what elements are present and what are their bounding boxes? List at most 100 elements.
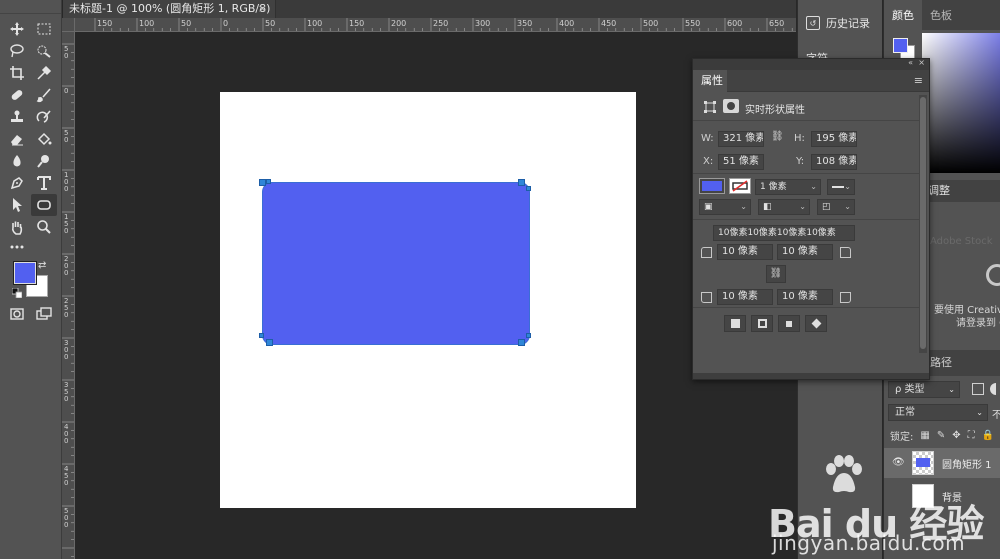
anchor-point-top-right-inner[interactable] xyxy=(526,186,531,191)
blend-mode-label: 正常 xyxy=(895,407,915,418)
y-field[interactable]: 108 像素 xyxy=(811,154,857,170)
paw-logo-icon xyxy=(826,455,862,493)
lock-transparent-icon[interactable]: ▦ xyxy=(920,430,929,441)
anchor-point-top-left[interactable] xyxy=(259,179,266,186)
close-panel-icon[interactable]: × xyxy=(918,58,925,67)
height-field[interactable]: 195 像素 xyxy=(811,131,857,147)
lock-all-icon[interactable]: 🔒 xyxy=(982,430,994,441)
lock-label: 锁定: xyxy=(890,432,914,443)
fill-color-button[interactable] xyxy=(699,178,725,194)
lasso-tool-icon[interactable] xyxy=(4,40,30,62)
ruler-left-label: 400 xyxy=(64,423,69,445)
color-panel-foreground-swatch[interactable] xyxy=(893,38,908,53)
collapse-panel-icon[interactable]: « xyxy=(908,58,913,67)
stroke-type-select[interactable]: ⌄ xyxy=(827,179,855,195)
stroke-corner-select[interactable]: ◰ ⌄ xyxy=(817,199,855,215)
lock-artboard-icon[interactable]: ⛶ xyxy=(968,430,975,441)
watermark-url: jingyan.baidu.com xyxy=(772,531,966,555)
lock-position-icon[interactable]: ✥ xyxy=(952,430,960,441)
panel-menu-icon[interactable]: ≡ xyxy=(914,74,923,87)
lock-image-icon[interactable]: ✎ xyxy=(937,430,945,441)
brush-tool-icon[interactable] xyxy=(31,84,57,106)
default-colors-icon[interactable] xyxy=(12,288,22,298)
adobe-stock-search[interactable]: Adobe Stock xyxy=(930,236,993,247)
swap-colors-icon[interactable]: ⇄ xyxy=(38,260,46,271)
intersect-shapes-button[interactable] xyxy=(778,315,800,332)
clone-stamp-tool-icon[interactable] xyxy=(4,106,30,128)
move-tool-icon[interactable] xyxy=(4,18,30,40)
foreground-color-swatch[interactable] xyxy=(14,262,36,284)
toolbar-grip[interactable] xyxy=(0,0,61,14)
eraser-tool-icon[interactable] xyxy=(4,128,30,150)
hand-tool-icon[interactable] xyxy=(4,216,30,238)
chevron-down-icon: ⌄ xyxy=(948,385,955,394)
layer-filter-select[interactable]: ρ 类型 ⌄ xyxy=(888,381,960,398)
marquee-tool-icon[interactable] xyxy=(31,18,57,40)
color-picker-field[interactable] xyxy=(922,33,1000,173)
anchor-point-bottom-left[interactable] xyxy=(266,339,273,346)
tab-swatches[interactable]: 色板 xyxy=(922,0,960,30)
stroke-cap-select[interactable]: ◧ ⌄ xyxy=(758,199,810,215)
tab-strip xyxy=(276,0,796,18)
close-document-icon[interactable]: × xyxy=(258,0,267,18)
anchor-point-bottom-right-inner[interactable] xyxy=(526,333,531,338)
horizontal-ruler[interactable]: 150 100 50 0 50 100 150 200 250 300 350 400 450 500 55… xyxy=(75,18,796,32)
screen-mode-icon[interactable] xyxy=(31,303,57,325)
corner-top-right-field[interactable]: 10 像素 xyxy=(777,244,833,260)
quick-select-tool-icon[interactable] xyxy=(31,40,57,62)
blend-mode-select[interactable]: 正常 ⌄ xyxy=(888,404,988,421)
pen-tool-icon[interactable] xyxy=(4,172,30,194)
tab-color[interactable]: 颜色 xyxy=(884,0,922,30)
rounded-rectangle-shape[interactable] xyxy=(262,182,530,345)
x-label: X: xyxy=(703,156,714,167)
properties-panel-titlebar[interactable]: « × xyxy=(693,58,929,70)
blur-tool-icon[interactable] xyxy=(4,150,30,172)
all-corners-field[interactable]: 10像素10像素10像素10像素 xyxy=(713,225,855,241)
anchor-point-bottom-right[interactable] xyxy=(518,339,525,346)
healing-brush-tool-icon[interactable] xyxy=(4,84,30,106)
quick-mask-icon[interactable] xyxy=(4,303,30,325)
exclude-shapes-button[interactable] xyxy=(805,315,827,332)
combine-shapes-button[interactable] xyxy=(724,315,746,332)
paint-bucket-tool-icon[interactable] xyxy=(31,128,57,150)
path-selection-tool-icon[interactable] xyxy=(4,194,30,216)
x-field[interactable]: 51 像素 xyxy=(718,154,764,170)
vertical-ruler[interactable]: 50 0 50 100 150 200 250 300 350 400 450 500 xyxy=(62,32,75,559)
crop-tool-icon[interactable] xyxy=(4,62,30,84)
document-tab[interactable]: 未标题-1 @ 100% (圆角矩形 1, RGB/8) * × xyxy=(63,0,276,33)
filter-image-layers-icon[interactable] xyxy=(972,383,984,395)
eyedropper-tool-icon[interactable] xyxy=(31,62,57,84)
ruler-corner[interactable] xyxy=(62,18,75,32)
properties-scrollbar[interactable] xyxy=(919,95,927,353)
more-tools-icon[interactable] xyxy=(4,236,30,258)
ruler-top-label: 150 xyxy=(349,19,365,28)
stroke-width-select[interactable]: 1 像素 ⌄ xyxy=(755,179,821,195)
appearance-section: 1 像素 ⌄ ⌄ ▣ ⌄ ◧ ⌄ ◰ ⌄ xyxy=(693,174,919,220)
transform-section: W: 321 像素 ⛓ H: 195 像素 X: 51 像素 Y: 108 像素 xyxy=(693,121,919,174)
stroke-align-select[interactable]: ▣ ⌄ xyxy=(699,199,751,215)
corner-bottom-left-field[interactable]: 10 像素 xyxy=(717,289,773,305)
history-panel-button[interactable]: ↺ 历史记录 xyxy=(806,12,870,34)
shape-transform-icon xyxy=(704,101,716,113)
link-icon[interactable]: ⛓ xyxy=(771,131,784,142)
filter-adjustment-layers-icon[interactable] xyxy=(990,383,1000,395)
width-field[interactable]: 321 像素 xyxy=(718,131,764,147)
anchor-point-top-right[interactable] xyxy=(518,179,525,186)
dodge-tool-icon[interactable] xyxy=(31,150,57,172)
tab-adjustments[interactable]: 调整 xyxy=(928,180,950,202)
history-brush-tool-icon[interactable] xyxy=(31,106,57,128)
stroke-color-button[interactable] xyxy=(729,178,751,194)
corner-top-left-field[interactable]: 10 像素 xyxy=(717,244,773,260)
anchor-point-top-left-inner[interactable] xyxy=(266,179,271,184)
link-icon: ⛓ xyxy=(769,268,783,279)
zoom-tool-icon[interactable] xyxy=(31,216,57,238)
tab-properties[interactable]: 属性 xyxy=(693,70,727,92)
link-corners-button[interactable]: ⛓ xyxy=(766,265,786,283)
mask-icon[interactable] xyxy=(723,99,739,113)
rounded-rectangle-tool-icon[interactable] xyxy=(31,194,57,216)
corner-bottom-right-field[interactable]: 10 像素 xyxy=(777,289,833,305)
subtract-shapes-button[interactable] xyxy=(751,315,773,332)
scrollbar-thumb[interactable] xyxy=(920,97,926,349)
anchor-point-bottom-left-inner[interactable] xyxy=(259,333,264,338)
type-tool-icon[interactable] xyxy=(31,172,57,194)
